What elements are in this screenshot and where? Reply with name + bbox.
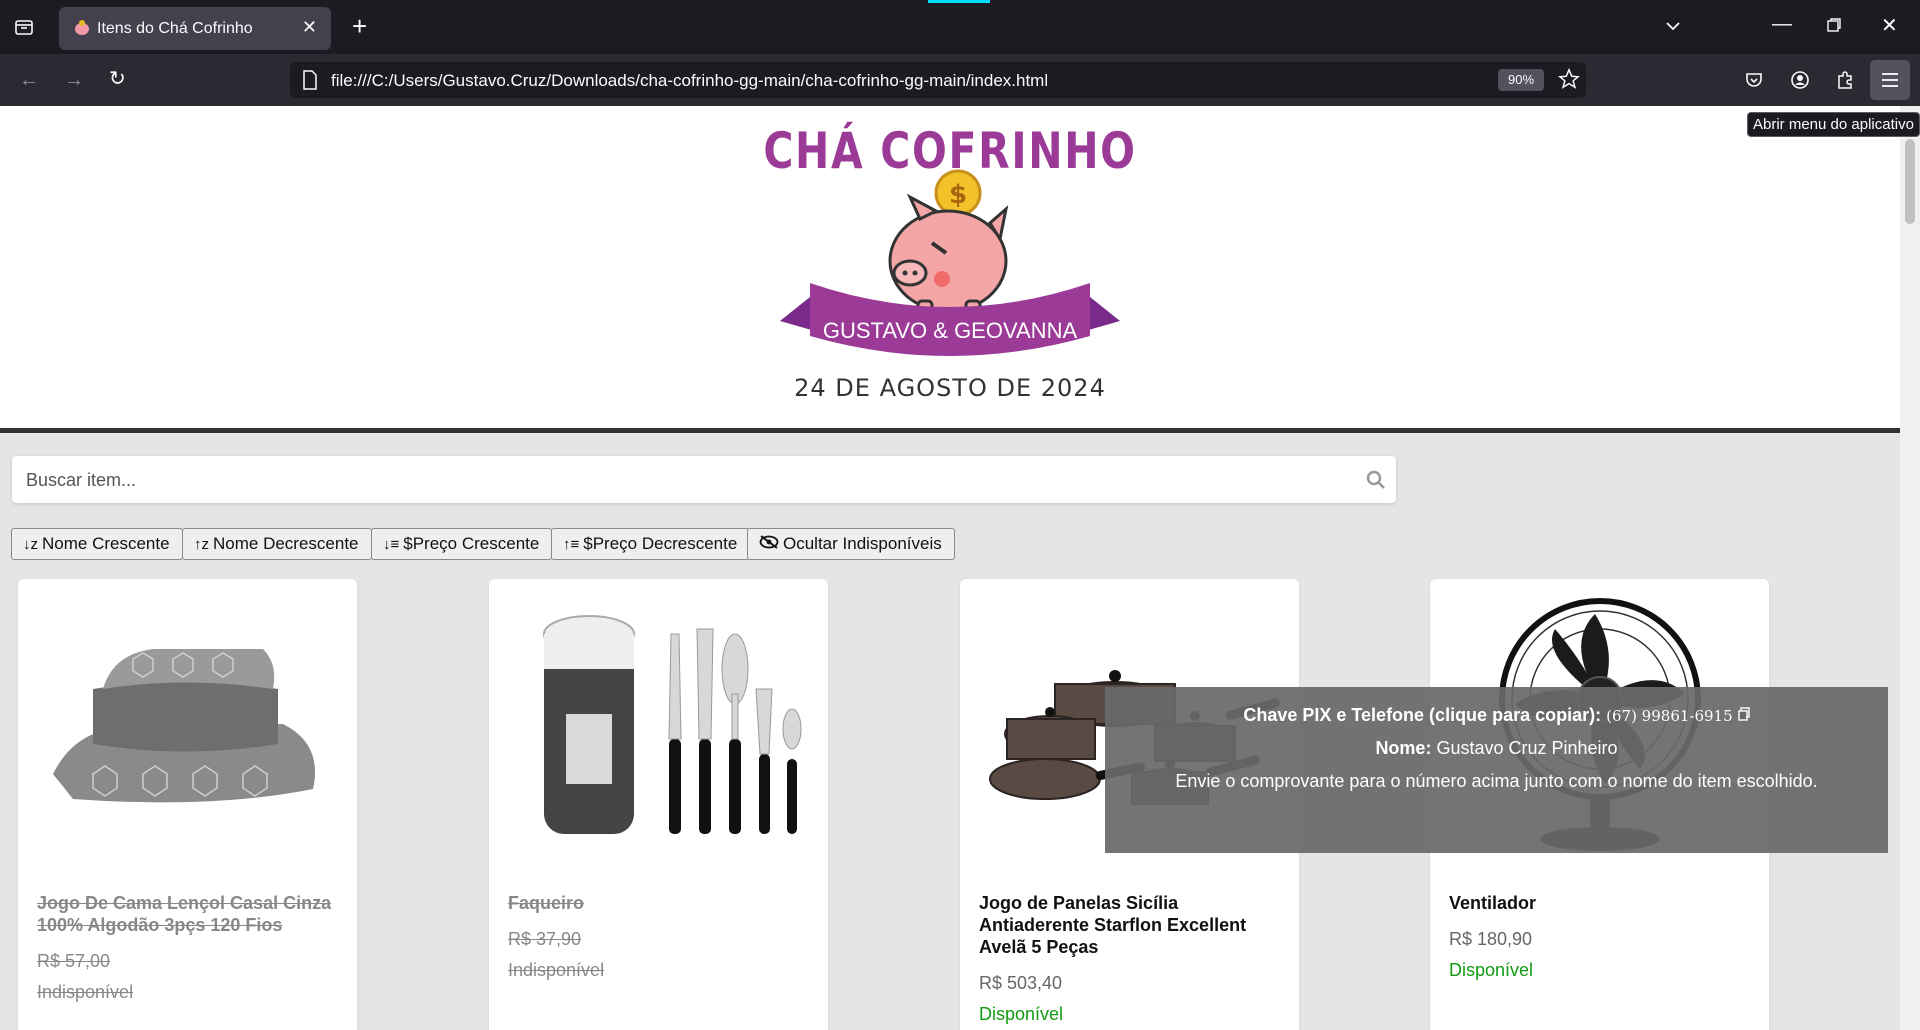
document-icon (302, 70, 318, 95)
search-input[interactable] (12, 456, 1358, 505)
product-status: Indisponível (508, 960, 605, 980)
hamburger-icon (1882, 73, 1898, 87)
product-price: R$ 37,90 (508, 929, 582, 949)
sort-name-desc-button[interactable]: ↑z Nome Decrescente (182, 528, 372, 560)
pix-label: Chave PIX e Telefone (clique para copiar… (1243, 705, 1602, 725)
hide-unavailable-button[interactable]: Ocultar Indisponíveis (747, 528, 955, 560)
product-price: R$ 503,40 (979, 973, 1063, 993)
eye-slash-icon (759, 535, 779, 553)
forward-icon[interactable]: → (64, 70, 84, 90)
tab-title: Itens do Chá Cofrinho (97, 20, 253, 37)
menu-tooltip: Abrir menu do aplicativo (1747, 112, 1920, 137)
bookmark-star-icon[interactable] (1557, 67, 1581, 95)
app-menu-button[interactable] (1870, 60, 1910, 100)
product-status: Disponível (979, 1004, 1064, 1024)
tab-list-icon[interactable] (14, 17, 34, 41)
sort-price-asc-button[interactable]: ↓≡ $Preço Crescente (371, 528, 553, 560)
event-date: 24 DE AGOSTO DE 2024 (794, 374, 1106, 402)
browser-navbar: ← → ↻ file:///C:/Users/Gustavo.Cruz/Down… (0, 54, 1920, 106)
pix-note: Envie o comprovante para o número acima … (1175, 771, 1818, 791)
banner-text: GUSTAVO & GEOVANNA (822, 318, 1078, 343)
piggy-favicon-icon (73, 19, 91, 37)
pix-name: Gustavo Cruz Pinheiro (1436, 738, 1618, 758)
search-icon[interactable] (1366, 470, 1386, 495)
product-card[interactable]: Faqueiro R$ 37,90 Indisponível (489, 579, 828, 1030)
copy-icon[interactable] (1737, 707, 1750, 721)
browser-titlebar: Itens do Chá Cofrinho ✕ + — ✕ (0, 0, 1920, 54)
tab-indicator (928, 0, 990, 3)
product-name: Jogo De Cama Lençol Casal Cinza 100% Alg… (37, 893, 332, 935)
sort-price-desc-button[interactable]: ↑≡ $Preço Decrescente (551, 528, 751, 560)
svg-text:$: $ (949, 180, 967, 210)
product-name: Ventilador (1449, 893, 1537, 913)
pocket-icon[interactable] (1744, 70, 1764, 94)
tab-active[interactable]: Itens do Chá Cofrinho ✕ (59, 7, 331, 50)
extensions-icon[interactable] (1835, 70, 1855, 94)
page-content: CHÁ COFRINHO $ GUSTAVO & GEOVANNA 24 DE … (0, 106, 1900, 1030)
zoom-indicator[interactable]: 90% (1498, 69, 1544, 91)
pix-name-label: Nome: (1375, 738, 1432, 758)
sort-alpha-down-icon: ↓z (23, 535, 38, 553)
reload-icon[interactable]: ↻ (109, 69, 126, 89)
sort-amount-down-icon: ↑≡ (563, 535, 580, 553)
list-all-tabs-icon[interactable] (1664, 17, 1682, 39)
product-status: Disponível (1449, 960, 1534, 980)
search-box (12, 456, 1396, 505)
product-name: Jogo de Panelas Sicília Antiaderente Sta… (979, 893, 1247, 957)
pix-phone[interactable]: (67) 99861-6915 (1606, 707, 1733, 725)
product-name: Faqueiro (508, 893, 585, 913)
new-tab-icon[interactable]: + (352, 13, 367, 39)
back-icon[interactable]: ← (19, 70, 39, 90)
minimize-icon[interactable]: — (1772, 14, 1792, 34)
restore-icon[interactable] (1826, 17, 1842, 37)
cutlery-image (543, 615, 802, 834)
page-scrollbar[interactable] (1900, 106, 1920, 1030)
close-tab-icon[interactable]: ✕ (302, 17, 317, 38)
pix-info-panel[interactable]: Chave PIX e Telefone (clique para copiar… (1105, 687, 1888, 853)
header: CHÁ COFRINHO $ GUSTAVO & GEOVANNA 24 DE … (0, 106, 1900, 433)
url-text: file:///C:/Users/Gustavo.Cruz/Downloads/… (331, 71, 1049, 90)
sort-alpha-up-icon: ↑z (194, 535, 209, 553)
scrollbar-thumb[interactable] (1905, 139, 1915, 224)
product-price: R$ 57,00 (37, 951, 111, 971)
url-bar[interactable]: file:///C:/Users/Gustavo.Cruz/Downloads/… (290, 62, 1586, 98)
sort-amount-up-icon: ↓≡ (383, 535, 400, 553)
sort-name-asc-button[interactable]: ↓z Nome Crescente (11, 528, 183, 560)
product-status: Indisponível (37, 982, 134, 1002)
bed-sheet-image (53, 649, 315, 803)
product-card[interactable]: Jogo De Cama Lençol Casal Cinza 100% Alg… (18, 579, 357, 1030)
product-price: R$ 180,90 (1449, 929, 1533, 949)
account-icon[interactable] (1790, 70, 1810, 94)
close-window-icon[interactable]: ✕ (1881, 16, 1898, 36)
